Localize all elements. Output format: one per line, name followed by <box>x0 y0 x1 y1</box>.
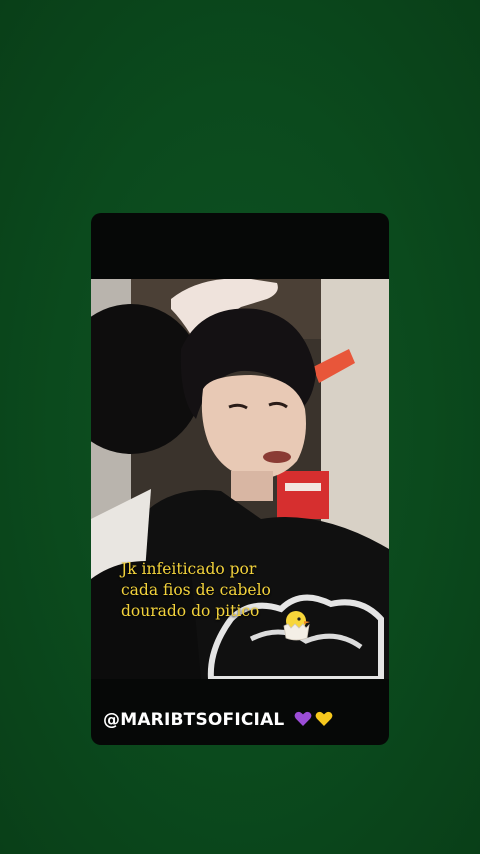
hatching-chick-icon <box>283 611 310 641</box>
handle: @MARIBTSOFICIAL <box>103 710 333 730</box>
story-card: Jk infeiticado por cada fios de cabelo d… <box>91 213 389 745</box>
handle-text: @MARIBTSOFICIAL <box>103 710 285 730</box>
caption-line-2: cada fios de cabelo <box>121 581 271 599</box>
purple-heart-icon <box>294 711 312 726</box>
caption-line-1: Jk infeiticado por <box>121 560 257 578</box>
yellow-heart-icon <box>315 711 333 726</box>
